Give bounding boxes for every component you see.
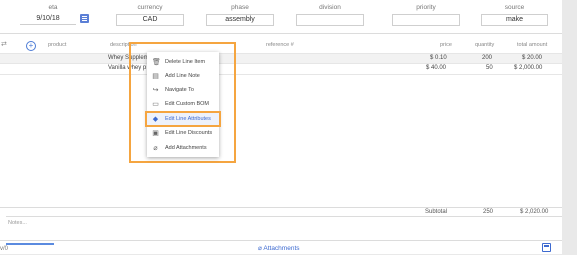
division-input[interactable] [296,14,364,26]
line-items-header: ⇄ + product description reference # pric… [0,40,562,51]
context-menu: 🗑 Delete Line Item ▤ Add Line Note ↪ Nav… [145,52,221,157]
share-arrow-icon: ↪ [152,87,159,94]
table-divider [0,74,562,75]
col-reference: reference # [266,42,294,48]
app-window: eta 9/10/18 currency CAD phase assembly … [0,0,562,254]
currency-input[interactable]: CAD [116,14,184,26]
col-product: product [48,42,67,48]
save-icon[interactable] [542,243,551,252]
menu-item-edit-custom-bom[interactable]: ▭ Edit Custom BOM [147,98,219,110]
tag-icon: ◆ [152,116,159,123]
progress-bar [6,243,54,245]
menu-item-add-line-note[interactable]: ▤ Add Line Note [147,70,219,82]
eta-input[interactable]: 9/10/18 [20,14,76,25]
menu-item-label: Edit Line Attributes [165,116,211,122]
monitor-icon: ▭ [152,101,159,108]
menu-item-edit-line-attributes[interactable]: ◆ Edit Line Attributes [145,111,221,127]
menu-item-edit-line-discounts[interactable]: ▣ Edit Line Discounts [147,127,219,139]
priority-input[interactable] [392,14,460,26]
phase-field: phase assembly [206,3,274,26]
trash-icon: 🗑 [152,59,161,66]
table-row[interactable]: Vanilla whey p $ 40.00 50 $ 2,000.00 [0,63,562,73]
col-price: price [440,42,452,48]
left-edge-text: v/0 [0,246,9,252]
source-input[interactable]: make [481,14,548,26]
row-quantity: 200 [482,55,493,61]
table-row[interactable]: Whey Supplem $ 0.10 200 $ 20.00 [0,53,562,63]
menu-item-add-attachments[interactable]: ⌀ Add Attachments [147,142,219,154]
currency-field: currency CAD [116,3,184,26]
menu-item-delete-line-item[interactable]: 🗑 Delete Line Item [147,56,219,68]
menu-item-label: Delete Line Item [165,59,206,65]
phase-input[interactable]: assembly [206,14,274,26]
row-price: $ 0.10 [430,55,447,61]
order-fields: eta 9/10/18 currency CAD phase assembly … [0,0,562,30]
notes-placeholder: Notes... [8,220,27,226]
source-label: source [504,4,525,11]
expand-icon[interactable]: ⇄ [1,40,7,48]
calendar-icon[interactable] [80,14,89,23]
attachments-link[interactable]: ⌀ Attachments [258,244,300,252]
priority-label: priority [416,4,436,11]
col-total-amount: total amount [517,42,548,48]
eta-label: eta [48,4,58,11]
source-field: source make [481,3,548,26]
phase-label: phase [231,4,249,11]
row-price: $ 40.00 [426,65,447,71]
priority-field: priority [392,3,460,26]
notes-field[interactable]: Notes... [6,216,562,237]
row-quantity: 50 [486,65,493,71]
eta-field: eta 9/10/18 [20,3,86,25]
row-total: $ 20.00 [522,55,543,61]
division-field: division [296,3,364,26]
currency-label: currency [137,4,163,11]
attachments-label: Attachments [263,245,300,252]
status-bar: v/0 ⌀ Attachments [0,240,562,255]
scrollbar-track[interactable] [562,0,577,254]
subtotal-label: Subtotal [425,209,448,215]
subtotal-quantity: 250 [483,209,494,215]
menu-item-label: Edit Line Discounts [165,130,213,136]
menu-item-label: Add Line Note [165,73,200,79]
gift-icon: ▣ [152,130,159,137]
col-quantity: quantity [475,42,495,48]
menu-item-label: Edit Custom BOM [165,101,210,107]
menu-item-navigate-to[interactable]: ↪ Navigate To [147,84,219,96]
subtotal-amount: $ 2,020.00 [520,209,549,215]
subtotal-divider [0,207,562,208]
menu-item-label: Navigate To [165,87,194,93]
division-label: division [319,4,341,11]
row-total: $ 2,000.00 [514,65,543,71]
add-line-icon[interactable]: + [26,41,36,51]
paperclip-icon: ⌀ [153,145,158,152]
note-icon: ▤ [152,73,159,80]
header-divider [0,33,562,34]
menu-item-label: Add Attachments [165,145,207,151]
